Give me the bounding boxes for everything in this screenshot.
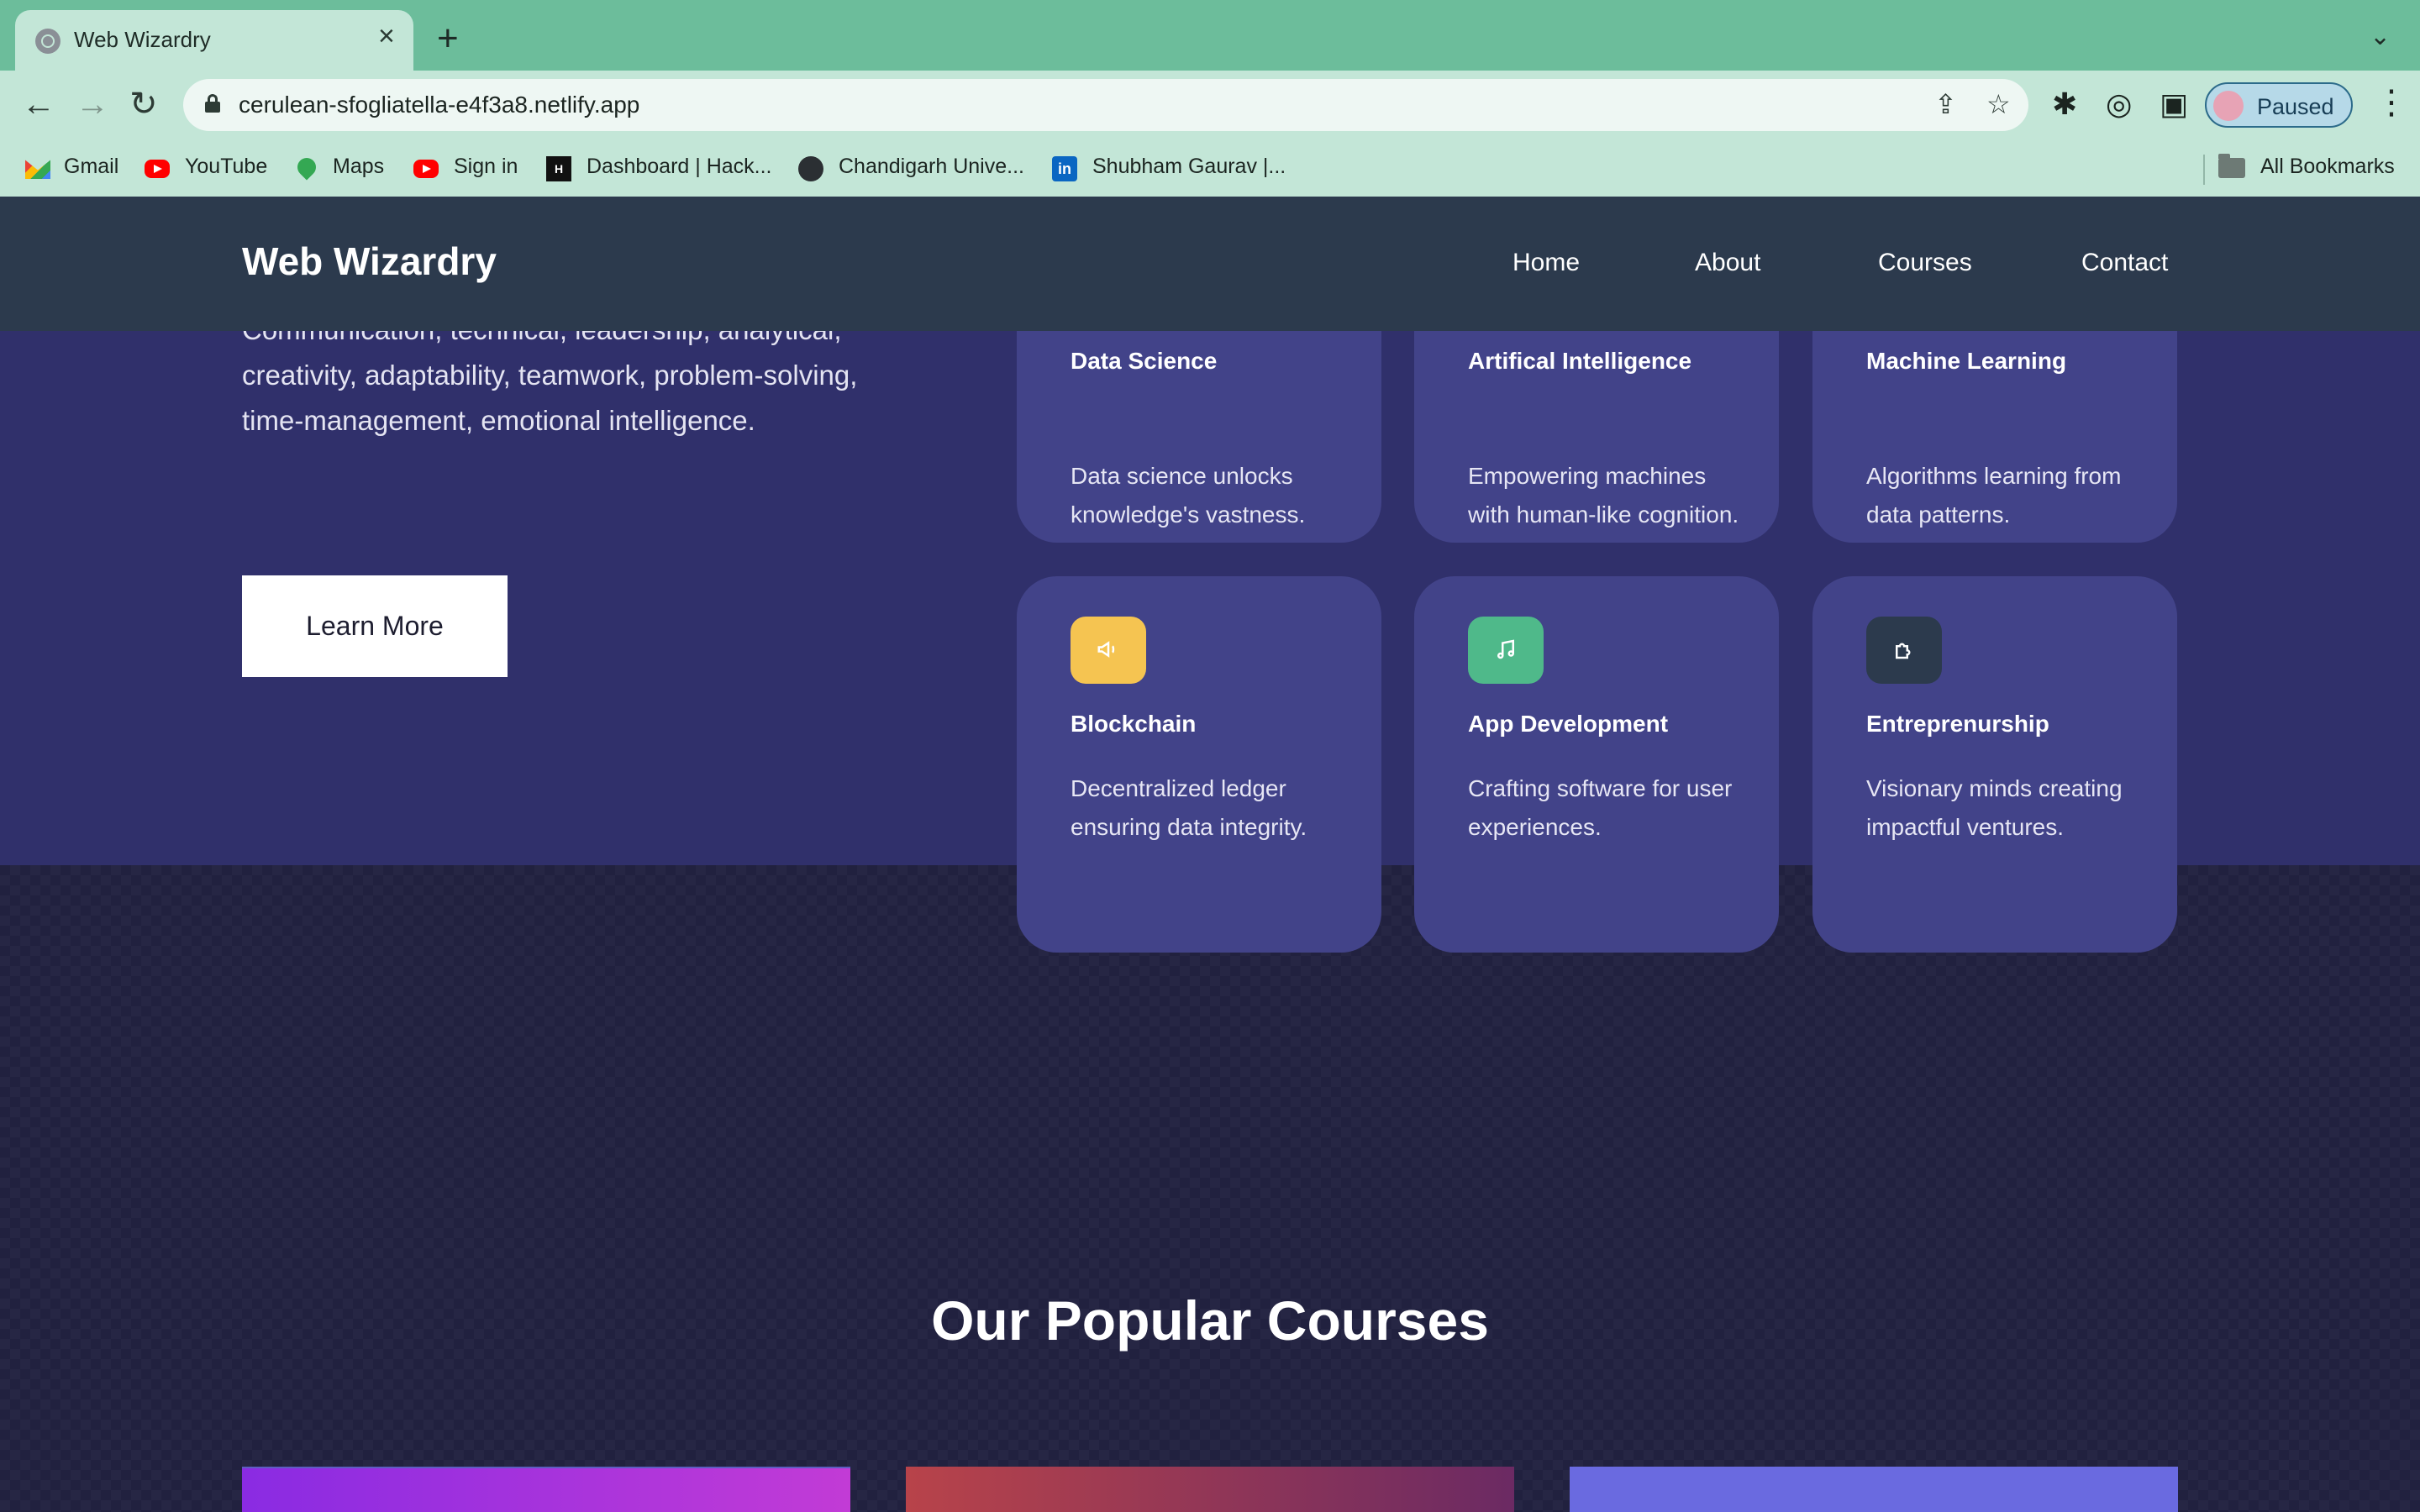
site-navbar: Web Wizardry Home About Courses Contact xyxy=(0,197,2420,331)
card-title: Data Science xyxy=(1071,348,1218,374)
site-brand[interactable]: Web Wizardry xyxy=(242,239,497,284)
course-thumbnail[interactable] xyxy=(906,1467,1514,1512)
card-description: Algorithms learning from data patterns. xyxy=(1866,463,2122,528)
lock-icon[interactable] xyxy=(205,94,220,113)
chevron-down-icon[interactable]: ⌄ xyxy=(2370,22,2391,51)
course-thumbnail[interactable] xyxy=(1570,1467,2178,1512)
gmail-icon xyxy=(25,160,50,179)
globe-icon xyxy=(35,29,60,54)
card-description: Empowering machines with human-like cogn… xyxy=(1468,463,1739,528)
courses-section xyxy=(0,865,2420,1512)
card-app-development[interactable]: App Development Crafting software for us… xyxy=(1414,576,1779,953)
bookmark-linkedin[interactable]: Shubham Gaurav |... xyxy=(1092,155,1286,179)
all-bookmarks[interactable]: All Bookmarks xyxy=(2260,155,2395,179)
nav-home[interactable]: Home xyxy=(1512,249,1580,277)
card-entrepreneurship[interactable]: Entreprenurship Visionary minds creating… xyxy=(1812,576,2177,953)
globe-icon xyxy=(798,156,823,181)
profile-status: Paused xyxy=(2257,94,2334,119)
card-description: Data science unlocks knowledge's vastnes… xyxy=(1071,463,1306,528)
bookmark-gmail[interactable]: Gmail xyxy=(64,155,118,179)
browser-tab-strip: Web Wizardry × + ⌄ xyxy=(0,0,2420,71)
bookmark-maps[interactable]: Maps xyxy=(333,155,384,179)
card-title: App Development xyxy=(1468,711,1669,737)
back-icon[interactable]: ← xyxy=(22,87,55,121)
nav-courses[interactable]: Courses xyxy=(1878,249,1972,277)
card-title: Machine Learning xyxy=(1866,348,2067,374)
profile-button[interactable]: Paused xyxy=(2205,82,2353,128)
youtube-icon xyxy=(413,160,439,178)
performance-icon[interactable]: ◎ xyxy=(2106,89,2132,119)
tab-title: Web Wizardry xyxy=(74,27,211,52)
card-description: Crafting software for user experiences. xyxy=(1468,775,1733,840)
more-menu-icon[interactable]: ⋮ xyxy=(2375,86,2408,119)
bookmark-star-icon[interactable]: ☆ xyxy=(1986,91,2011,118)
new-tab-button[interactable]: + xyxy=(437,20,459,57)
card-blockchain[interactable]: Blockchain Decentralized ledger ensuring… xyxy=(1017,576,1381,953)
hackerrank-icon: H xyxy=(546,156,571,181)
nav-contact[interactable]: Contact xyxy=(2081,249,2168,277)
reload-icon[interactable]: ↻ xyxy=(129,87,158,121)
card-title: Artifical Intelligence xyxy=(1468,348,1692,374)
puzzle-icon xyxy=(1866,617,1942,684)
bookmark-sign-in[interactable]: Sign in xyxy=(454,155,518,179)
maps-icon xyxy=(293,154,320,181)
forward-icon[interactable]: → xyxy=(76,87,109,121)
learn-more-button[interactable]: Learn More xyxy=(242,575,508,677)
linkedin-icon: in xyxy=(1052,156,1077,181)
card-title: Entreprenurship xyxy=(1866,711,2049,737)
close-tab-icon[interactable]: × xyxy=(378,22,395,50)
bookmark-chandigarh[interactable]: Chandigarh Unive... xyxy=(839,155,1024,179)
card-description: Visionary minds creating impactful ventu… xyxy=(1866,775,2123,840)
section-title: Our Popular Courses xyxy=(931,1289,1489,1352)
card-description: Decentralized ledger ensuring data integ… xyxy=(1071,775,1307,840)
side-panel-icon[interactable]: ▣ xyxy=(2160,89,2188,119)
share-icon[interactable]: ⇪ xyxy=(1934,91,1957,118)
browser-tab[interactable]: Web Wizardry × xyxy=(15,10,413,71)
web-page: Web Wizardry Home About Courses Contact … xyxy=(0,197,2420,1512)
megaphone-icon xyxy=(1071,617,1146,684)
bookmark-dashboard[interactable]: Dashboard | Hack... xyxy=(587,155,771,179)
youtube-icon xyxy=(145,160,170,178)
url-text[interactable]: cerulean-sfogliatella-e4f3a8.netlify.app xyxy=(239,92,639,118)
avatar xyxy=(2213,91,2244,121)
course-thumbnail[interactable] xyxy=(242,1467,850,1512)
address-bar[interactable]: cerulean-sfogliatella-e4f3a8.netlify.app… xyxy=(183,79,2028,131)
bookmarks-divider xyxy=(2203,155,2205,185)
browser-toolbar: ← → ↻ cerulean-sfogliatella-e4f3a8.netli… xyxy=(0,71,2420,141)
music-note-icon xyxy=(1468,617,1544,684)
card-title: Blockchain xyxy=(1071,711,1197,737)
nav-about[interactable]: About xyxy=(1695,249,1760,277)
folder-icon xyxy=(2218,154,2245,178)
bookmarks-bar: Gmail YouTube Maps Sign in H Dashboard |… xyxy=(0,141,2420,197)
extensions-icon[interactable]: ✱ xyxy=(2052,89,2077,119)
bookmark-youtube[interactable]: YouTube xyxy=(185,155,267,179)
